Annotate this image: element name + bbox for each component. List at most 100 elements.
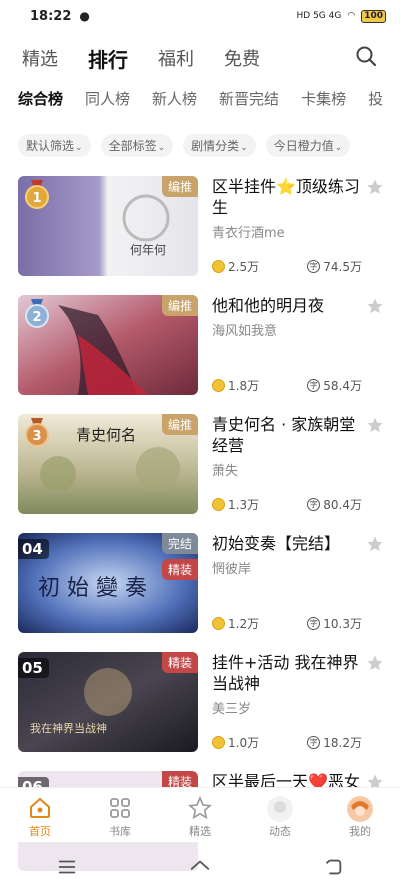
favorite-star-icon[interactable] [366, 178, 384, 196]
word-count-icon: 字 [307, 260, 321, 273]
status-time: 18:22 [30, 8, 72, 24]
list-item[interactable]: 我在神界当战神 05 精装 挂件+活动 我在神界当战神 美三岁 1.0万 字 18.… [0, 648, 400, 767]
item-author[interactable]: 惘彼岸 [212, 558, 362, 577]
tab-mianfei[interactable]: 免费 [224, 45, 260, 71]
cover-image[interactable]: 我在神界当战神 05 精装 [18, 652, 198, 752]
top-nav: 精选 排行 福利 免费 [0, 38, 400, 78]
nav-featured[interactable]: 精选 [160, 788, 240, 842]
rank-number: 3 [32, 429, 41, 444]
system-nav [0, 842, 400, 891]
nav-label: 精选 [189, 825, 211, 838]
bronze-medal-icon: 3 [25, 418, 49, 447]
nav-label: 首页 [29, 825, 51, 838]
cover-image[interactable]: 2 编推 [18, 295, 198, 395]
rank-number: 2 [32, 310, 41, 325]
coin-icon [212, 617, 225, 630]
nav-home[interactable]: 首页 [0, 788, 80, 842]
filter-bar: 默认筛选⌄ 全部标签⌄ 剧情分类⌄ 今日橙力值⌄ [18, 134, 351, 157]
item-title[interactable]: 初始变奏【完结】 [212, 533, 362, 554]
list-item[interactable]: 2 编推 他和他的明月夜 海风如我意 1.8万 字 58.4万 [0, 291, 400, 410]
rank-number: 04 [18, 539, 49, 559]
word-count: 10.3万 [323, 617, 362, 631]
word-count-icon: 字 [307, 617, 321, 630]
svg-text:何年何: 何年何 [130, 243, 166, 257]
silver-medal-icon: 2 [25, 299, 49, 328]
favorite-star-icon[interactable] [366, 297, 384, 315]
coin-icon [212, 260, 225, 273]
tag-editor-pick: 编推 [161, 295, 198, 316]
chevron-down-icon: ⌄ [334, 143, 343, 153]
coin-count: 2.5万 [228, 260, 260, 274]
tab-jingxuan[interactable]: 精选 [22, 45, 58, 71]
avatar [347, 796, 373, 822]
favorite-star-icon[interactable] [366, 416, 384, 434]
nav-library[interactable]: 书库 [80, 788, 160, 842]
filter-orange-power[interactable]: 今日橙力值⌄ [265, 134, 351, 157]
word-count: 74.5万 [323, 260, 362, 274]
nav-feed[interactable]: 动态 [240, 788, 320, 842]
feed-avatar-icon [267, 796, 293, 822]
home-button-icon[interactable] [189, 856, 211, 878]
coin-count: 1.2万 [228, 617, 260, 631]
filter-default[interactable]: 默认筛选⌄ [18, 134, 91, 157]
coin-count: 1.8万 [228, 379, 260, 393]
filter-tags[interactable]: 全部标签⌄ [100, 134, 174, 157]
favorite-star-icon[interactable] [366, 654, 384, 672]
cover-image[interactable]: 青史何名 3 编推 [18, 414, 198, 514]
filter-label: 今日橙力值 [273, 139, 334, 153]
tab-fuli[interactable]: 福利 [158, 45, 194, 71]
gold-medal-icon: 1 [25, 180, 49, 209]
bottom-nav: 首页 书库 精选 动态 我的 [0, 787, 400, 842]
chevron-down-icon: ⌄ [157, 143, 166, 153]
subtab-card[interactable]: 卡集榜 [301, 88, 346, 118]
subtab-fanfic[interactable]: 同人榜 [85, 88, 130, 118]
word-count-icon: 字 [307, 498, 321, 511]
coin-icon [212, 379, 225, 392]
list-item[interactable]: 青史何名 3 编推 青史何名 · 家族朝堂经营萧失 1.3万 字 80.4万 [0, 410, 400, 529]
item-title[interactable]: 青史何名 · 家族朝堂经营 [212, 414, 362, 456]
item-author[interactable]: 海风如我意 [212, 320, 362, 339]
chevron-down-icon: ⌄ [240, 143, 248, 153]
item-author[interactable]: 青衣行酒me [212, 222, 362, 241]
item-author[interactable]: 美三岁 [212, 698, 362, 717]
menu-icon[interactable] [56, 856, 78, 878]
nav-label: 动态 [269, 825, 291, 838]
subtab-new-finished[interactable]: 新晋完结 [219, 88, 279, 118]
item-title[interactable]: 区半挂件⭐顶级练习生 [212, 176, 362, 218]
search-icon[interactable] [354, 44, 378, 68]
item-stats: 1.3万 字 80.4万 [212, 496, 362, 513]
item-title[interactable]: 挂件+活动 我在神界当战神 [212, 652, 362, 694]
subtab-vote[interactable]: 投 [368, 88, 383, 118]
status-icons: HD 5G 4G ◠ 100 [297, 9, 386, 23]
svg-text:青史何名: 青史何名 [76, 426, 136, 444]
tag-deluxe: 精装 [161, 652, 198, 673]
svg-text:初 始 變 奏: 初 始 變 奏 [38, 576, 147, 601]
message-icon: ● [79, 9, 90, 23]
word-count: 80.4万 [323, 498, 362, 512]
wifi-icon: ◠ [347, 11, 356, 21]
word-count-icon: 字 [307, 379, 321, 392]
word-count-icon: 字 [307, 736, 321, 749]
item-author[interactable]: 萧失 [212, 460, 362, 479]
item-title[interactable]: 他和他的明月夜 [212, 295, 362, 316]
ranking-list: 何年何 1 编推 区半挂件⭐顶级练习生 青衣行酒me 2.5万 字 74.5万 2 … [0, 172, 400, 886]
svg-text:我在神界当战神: 我在神界当战神 [30, 721, 107, 735]
tag-editor-pick: 编推 [161, 414, 198, 435]
back-icon[interactable] [322, 856, 344, 878]
subtab-overall[interactable]: 综合榜 [18, 88, 64, 118]
list-item[interactable]: 初 始 變 奏 04 完结 精装 初始变奏【完结】 惘彼岸 1.2万 字 10.3万 [0, 529, 400, 648]
subtab-newcomer[interactable]: 新人榜 [152, 88, 197, 118]
cover-image[interactable]: 何年何 1 编推 [18, 176, 198, 276]
tab-paihang[interactable]: 排行 [88, 44, 128, 73]
nav-profile[interactable]: 我的 [320, 788, 400, 842]
coin-count: 1.3万 [228, 498, 260, 512]
coin-icon [212, 736, 225, 749]
tag-deluxe: 精装 [161, 559, 198, 580]
nav-label: 书库 [109, 825, 131, 838]
ranking-tabs: 综合榜 同人榜 新人榜 新晋完结 卡集榜 投 [0, 88, 400, 118]
cover-image[interactable]: 初 始 變 奏 04 完结 精装 [18, 533, 198, 633]
list-item[interactable]: 何年何 1 编推 区半挂件⭐顶级练习生青衣行酒me 2.5万 字 74.5万 [0, 172, 400, 291]
filter-plot[interactable]: 剧情分类⌄ [183, 134, 256, 157]
favorite-star-icon[interactable] [366, 535, 384, 553]
item-stats: 1.8万 字 58.4万 [212, 377, 362, 394]
